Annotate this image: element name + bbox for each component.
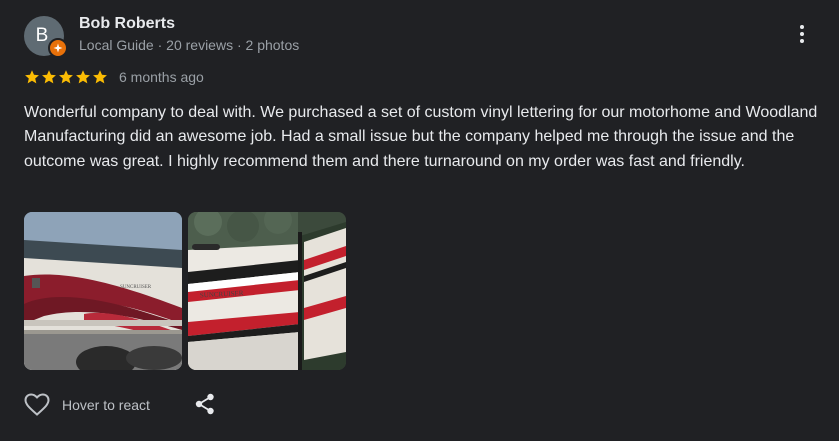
star-rating (24, 68, 109, 86)
star-icon (25, 70, 39, 84)
star-icon (59, 70, 73, 84)
avatar-initial: B (35, 25, 49, 46)
review-card: B Bob Roberts Local Guide · 20 reviews ·… (0, 0, 839, 441)
review-date: 6 months ago (119, 69, 204, 85)
star-icon (42, 70, 56, 84)
review-text: Wonderful company to deal with. We purch… (24, 104, 818, 170)
photo-lettering: SUNCRUISER (120, 285, 152, 290)
review-photo[interactable]: SUNCRUISER (188, 212, 346, 370)
more-options-button[interactable] (790, 23, 814, 47)
author-name[interactable]: Bob Roberts (79, 15, 175, 33)
star-icon (93, 70, 107, 84)
local-guide-badge-icon (48, 38, 68, 58)
author-meta: Local Guide · 20 reviews · 2 photos (79, 37, 300, 53)
react-label: Hover to react (62, 397, 150, 413)
review-photo[interactable]: SUNCRUISER (24, 212, 182, 370)
star-icon (76, 70, 90, 84)
share-icon (195, 393, 214, 415)
more-vert-icon (800, 25, 804, 29)
heart-outline-icon (24, 393, 50, 416)
react-button[interactable]: Hover to react (24, 391, 150, 419)
share-button[interactable] (193, 392, 217, 416)
